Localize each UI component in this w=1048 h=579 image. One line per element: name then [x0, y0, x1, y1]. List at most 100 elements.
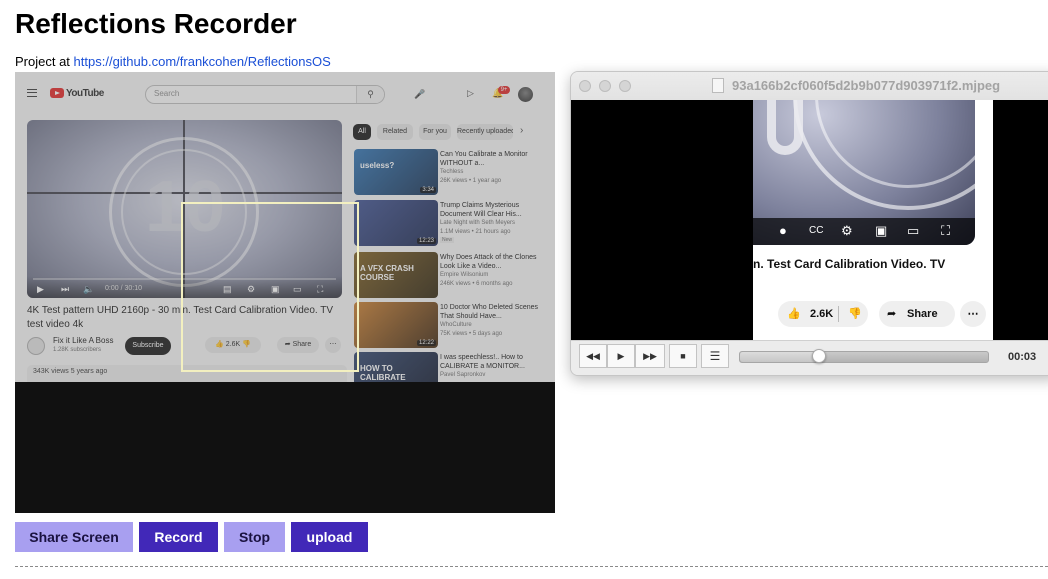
youtube-player-controls: ▶ ⏭ 🔈 0:00 / 30:10 ▤ ⚙ ▣ ▭ ⛶ [27, 276, 342, 298]
upload-button[interactable]: upload [291, 522, 368, 552]
youtube-search-box: Search ⚲ [145, 85, 385, 104]
autoplay-toggle-icon: ● [779, 223, 787, 238]
screen-share-preview: YouTube Search ⚲ 🎤 ▷ 🔔 9+ 10 ▶ ⏭ 🔈 0:00 … [15, 72, 555, 513]
recommendation-meta: 1.1M views • 21 hours ago [440, 229, 511, 235]
list-item: 12:23 Trump Claims Mysterious Document Wi… [354, 200, 554, 246]
record-button[interactable]: Record [139, 522, 218, 552]
microphone-icon: 🎤 [414, 89, 426, 99]
window-title: 93a166b2cf060f5d2b9b077d903971f2.mjpeg [732, 78, 1001, 93]
youtube-topbar: YouTube Search ⚲ 🎤 ▷ 🔔 9+ [15, 72, 555, 116]
window-titlebar[interactable]: 93a166b2cf060f5d2b9b077d903971f2.mjpeg [571, 72, 1048, 100]
fullscreen-icon: ⛶ [941, 223, 951, 238]
play-button[interactable]: ▶ [607, 344, 635, 368]
youtube-chip: Recently uploaded [457, 124, 513, 140]
window-zoom-button[interactable] [619, 80, 631, 92]
recommendation-title: 10 Doctor Who Deleted Scenes That Should… [440, 304, 539, 320]
thumbs-up-icon: 👍 [787, 308, 801, 320]
list-item: HOW TO CALIBRATE I was speechless!.. How … [354, 352, 554, 382]
list-item: 12:22 10 Doctor Who Deleted Scenes That S… [354, 302, 554, 348]
recommendation-channel: Late Night with Seth Meyers [440, 220, 516, 226]
volume-icon: 🔈 [83, 284, 95, 294]
window-minimize-button[interactable] [599, 80, 611, 92]
divider [15, 566, 1048, 567]
youtube-subscribe-button: Subscribe [125, 337, 171, 355]
stop-button[interactable]: Stop [224, 522, 285, 552]
youtube-chip: For you [419, 124, 451, 140]
youtube-more-pill: ⋯ [325, 337, 341, 353]
project-link[interactable]: https://github.com/frankcohen/Reflection… [74, 54, 331, 69]
channel-name: Fix it Like A Boss [53, 336, 114, 345]
duration-badge: 12:22 [416, 340, 436, 346]
rewind-button[interactable]: ◀◀ [579, 344, 607, 368]
notification-badge: 9+ [498, 86, 510, 94]
thumbs-down-icon: 👎 [848, 308, 862, 320]
channel-avatar [27, 337, 45, 355]
page-title: Reflections Recorder [15, 8, 297, 39]
captured-youtube-page: YouTube Search ⚲ 🎤 ▷ 🔔 9+ 10 ▶ ⏭ 🔈 0:00 … [15, 72, 555, 382]
recommendation-channel: Techless [440, 169, 464, 175]
zoomed-capture: ● CC ⚙ ▣ ▭ ⛶ n. Test Card Calibration Vi… [753, 100, 993, 340]
recommendation-meta: 246K views • 6 months ago [440, 281, 513, 287]
youtube-share-pill: ➦ Share [277, 337, 319, 353]
file-icon [712, 78, 724, 93]
recommendation-channel: Empire Wilsonium [440, 272, 489, 278]
recommendation-title: I was speechless!.. How to CALIBRATE a M… [440, 354, 525, 370]
recommendation-channel: Pavel Sapronkov [440, 372, 486, 378]
share-screen-button[interactable]: Share Screen [15, 522, 133, 552]
captions-icon: ▤ [223, 284, 232, 294]
zoomed-like-count: 2.6K [810, 308, 834, 320]
youtube-like-pill: 👍 2.6K 👎 [205, 337, 261, 353]
player-controls: ◀◀ ▶ ▶▶ ■ ☰ 00:03 [571, 340, 1048, 375]
recommendation-title: Can You Calibrate a Monitor WITHOUT a... [440, 151, 528, 167]
play-icon: ▶ [37, 284, 44, 294]
thumbnail: 12:23 [354, 200, 438, 246]
chevron-right-icon: › [520, 125, 524, 136]
fast-forward-button[interactable]: ▶▶ [635, 344, 665, 368]
pill-divider [838, 306, 839, 322]
thumbnail: HOW TO CALIBRATE [354, 352, 438, 382]
miniplayer-icon: ▣ [271, 284, 280, 294]
thumbnail: A VFX CRASH COURSE [354, 252, 438, 298]
playlist-button[interactable]: ☰ [701, 344, 729, 368]
youtube-logo-text: YouTube [66, 88, 104, 99]
window-close-button[interactable] [579, 80, 591, 92]
youtube-share-label: Share [292, 341, 312, 348]
zoomed-player-controls: ● CC ⚙ ▣ ▭ ⛶ [753, 218, 975, 245]
video-frame[interactable]: ● CC ⚙ ▣ ▭ ⛶ n. Test Card Calibration Vi… [571, 100, 1048, 340]
channel-subscribers: 1.28K subscribers [53, 347, 102, 353]
zoomed-share-label: Share [907, 308, 938, 320]
seek-knob[interactable] [812, 349, 827, 363]
theater-icon: ▭ [293, 284, 302, 294]
duration-badge: 3:34 [420, 187, 436, 193]
share-icon: ➦ [887, 308, 897, 320]
zoomed-video-title: n. Test Card Calibration Video. TV [753, 257, 946, 271]
countdown-digit [767, 100, 803, 155]
recommendation-title: Trump Claims Mysterious Document Will Cl… [440, 202, 522, 218]
fullscreen-icon: ⛶ [317, 284, 324, 294]
project-line: Project at https://github.com/frankcohen… [15, 54, 331, 69]
youtube-progress-bar [33, 278, 336, 280]
new-badge: New [440, 237, 455, 243]
recommendation-meta: 75K views • 5 days ago [440, 331, 503, 337]
thumbnail-text: A VFX CRASH COURSE [360, 264, 414, 282]
recommendation-meta: 26K views • 1 year ago [440, 178, 502, 184]
list-item: useless? 3:34 Can You Calibrate a Monitor … [354, 149, 554, 195]
gear-icon: ⚙ [841, 223, 853, 238]
zoomed-youtube-player: ● CC ⚙ ▣ ▭ ⛶ [753, 100, 975, 245]
thumbnail-text: HOW TO CALIBRATE [360, 364, 406, 382]
youtube-description: 343K views 5 years ago [27, 365, 347, 382]
playback-time: 00:03 [1008, 351, 1037, 363]
stop-playback-button[interactable]: ■ [669, 344, 697, 368]
theater-icon: ▭ [907, 223, 920, 238]
youtube-time: 0:00 / 30:10 [105, 285, 142, 292]
thumbnail: 12:22 [354, 302, 438, 348]
search-icon: ⚲ [356, 86, 384, 103]
video-player-window: 93a166b2cf060f5d2b9b077d903971f2.mjpeg ●… [570, 71, 1048, 376]
recommendation-title: Why Does Attack of the Clones Look Like … [440, 254, 537, 270]
next-icon: ⏭ [61, 284, 70, 294]
thumbnail-text: useless? [360, 161, 395, 170]
youtube-video-title: 4K Test pattern UHD 2160p - 30 min. Test… [27, 305, 334, 330]
seek-bar[interactable] [739, 349, 989, 363]
countdown-number: 10 [145, 167, 226, 247]
miniplayer-icon: ▣ [875, 223, 888, 238]
